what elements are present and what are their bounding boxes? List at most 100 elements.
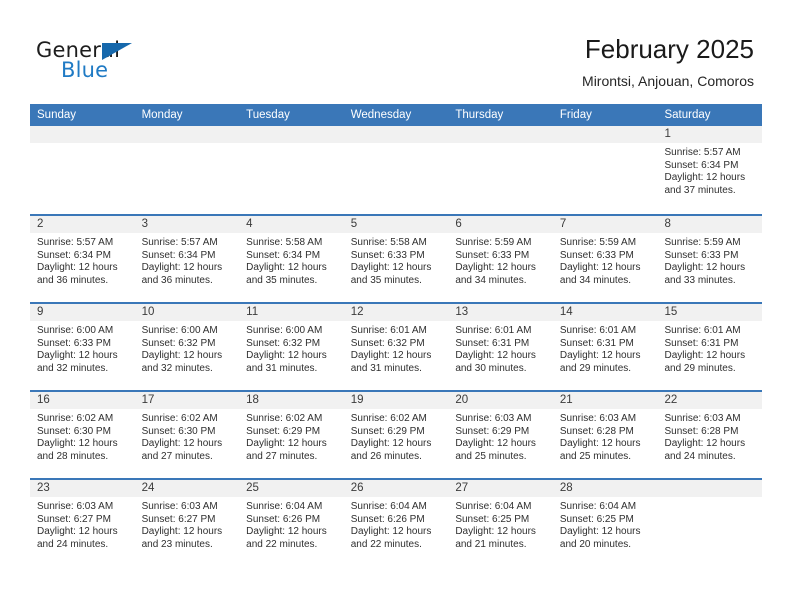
- sunrise-text: Sunrise: 6:04 AM: [350, 501, 427, 512]
- calendar-weeks: 1 Sunrise: 5:57 AM Sunset: 6:34 PM Daylight…: [30, 126, 763, 566]
- day-number-band: 28: [552, 480, 658, 497]
- day-number-band: 27: [448, 480, 553, 497]
- day-number: 13: [455, 306, 469, 318]
- page-title: February 2025: [584, 34, 754, 64]
- calendar-day-cell[interactable]: 17 Sunrise: 6:02 AM Sunset: 6:30 PM Dayligh…: [134, 392, 240, 478]
- calendar-day-cell[interactable]: 7 Sunrise: 5:59 AM Sunset: 6:33 PM Daylight…: [552, 216, 658, 302]
- sunrise-text: Sunrise: 6:01 AM: [350, 325, 427, 336]
- calendar-day-cell[interactable]: 6 Sunrise: 5:59 AM Sunset: 6:33 PM Daylight…: [448, 216, 553, 302]
- calendar-day-cell[interactable]: 3 Sunrise: 5:57 AM Sunset: 6:34 PM Daylight…: [134, 216, 240, 302]
- title-block: February 2025 Mirontsi, Anjouan, Comoros: [582, 34, 754, 89]
- daylight-text: Daylight: 12 hours and 29 minutes.: [664, 350, 746, 374]
- day-number: 4: [246, 218, 253, 230]
- day-number-band: 1: [657, 126, 763, 143]
- day-number: 21: [559, 394, 573, 406]
- sunrise-text: Sunrise: 6:01 AM: [559, 325, 637, 336]
- calendar-day-cell-empty: [239, 126, 344, 214]
- day-sun-info: Sunrise: 6:00 AM Sunset: 6:32 PM Daylight:…: [135, 321, 240, 375]
- day-sun-info: Sunrise: 5:59 AM Sunset: 6:33 PM Daylight:…: [448, 233, 553, 287]
- calendar-day-cell[interactable]: 18 Sunrise: 6:02 AM Sunset: 6:29 PM Dayligh…: [239, 392, 344, 478]
- day-number-band: [239, 126, 344, 143]
- day-number: 19: [350, 394, 364, 406]
- sunset-text: Sunset: 6:29 PM: [455, 425, 530, 437]
- sunset-text: Sunset: 6:27 PM: [141, 513, 216, 525]
- day-number: 1: [664, 128, 671, 140]
- daylight-text: Daylight: 12 hours and 34 minutes.: [559, 262, 641, 286]
- calendar-day-cell[interactable]: 4 Sunrise: 5:58 AM Sunset: 6:34 PM Daylight…: [239, 216, 344, 302]
- calendar-day-cell[interactable]: 20 Sunrise: 6:03 AM Sunset: 6:29 PM Dayligh…: [448, 392, 553, 478]
- day-number-band: 4: [239, 216, 344, 233]
- calendar-day-cell[interactable]: 21 Sunrise: 6:03 AM Sunset: 6:28 PM Dayligh…: [552, 392, 658, 478]
- calendar-day-cell[interactable]: 11 Sunrise: 6:00 AM Sunset: 6:32 PM Dayligh…: [239, 304, 344, 390]
- calendar-day-cell[interactable]: 24 Sunrise: 6:03 AM Sunset: 6:27 PM Dayligh…: [134, 480, 240, 566]
- weekday-friday: Friday: [559, 109, 592, 121]
- calendar-day-cell[interactable]: 16 Sunrise: 6:02 AM Sunset: 6:30 PM Dayligh…: [30, 392, 135, 478]
- calendar-day-cell[interactable]: 26 Sunrise: 6:04 AM Sunset: 6:26 PM Dayligh…: [343, 480, 449, 566]
- calendar-week-row: 1 Sunrise: 5:57 AM Sunset: 6:34 PM Daylight…: [30, 126, 763, 214]
- calendar-day-cell[interactable]: 10 Sunrise: 6:00 AM Sunset: 6:32 PM Dayligh…: [134, 304, 240, 390]
- daylight-text: Daylight: 12 hours and 35 minutes.: [246, 262, 327, 286]
- calendar-day-cell[interactable]: 13 Sunrise: 6:01 AM Sunset: 6:31 PM Dayligh…: [448, 304, 553, 390]
- sunset-text: Sunset: 6:28 PM: [559, 425, 634, 437]
- sunset-text: Sunset: 6:27 PM: [37, 513, 111, 525]
- calendar-day-cell[interactable]: 8 Sunrise: 5:59 AM Sunset: 6:33 PM Daylight…: [657, 216, 763, 302]
- calendar-day-cell[interactable]: 5 Sunrise: 5:58 AM Sunset: 6:33 PM Daylight…: [343, 216, 449, 302]
- calendar-day-cell[interactable]: 22 Sunrise: 6:03 AM Sunset: 6:28 PM Dayligh…: [657, 392, 763, 478]
- sunrise-text: Sunrise: 5:59 AM: [455, 237, 532, 248]
- day-number: 18: [246, 394, 259, 406]
- calendar-day-cell[interactable]: 1 Sunrise: 5:57 AM Sunset: 6:34 PM Daylight…: [657, 126, 763, 214]
- day-sun-info: Sunrise: 6:03 AM Sunset: 6:28 PM Daylight:…: [553, 409, 658, 463]
- daylight-text: Daylight: 12 hours and 32 minutes.: [141, 350, 223, 374]
- daylight-text: Daylight: 12 hours and 22 minutes.: [350, 526, 432, 550]
- day-sun-info: Sunrise: 5:59 AM Sunset: 6:33 PM Daylight:…: [657, 233, 762, 287]
- day-number: 26: [350, 482, 364, 494]
- sunset-text: Sunset: 6:26 PM: [246, 513, 321, 525]
- day-number-band: 16: [30, 392, 135, 409]
- day-number: 23: [37, 482, 50, 494]
- sunset-text: Sunset: 6:33 PM: [559, 249, 634, 261]
- calendar-day-cell[interactable]: 23 Sunrise: 6:03 AM Sunset: 6:27 PM Dayligh…: [30, 480, 135, 566]
- day-sun-info: Sunrise: 5:59 AM Sunset: 6:33 PM Daylight:…: [553, 233, 658, 287]
- day-number: 24: [141, 482, 155, 494]
- calendar-day-cell[interactable]: 12 Sunrise: 6:01 AM Sunset: 6:32 PM Dayligh…: [343, 304, 449, 390]
- day-sun-info: Sunrise: 6:04 AM Sunset: 6:25 PM Daylight:…: [448, 497, 553, 551]
- weekday-thursday: Thursday: [455, 109, 504, 121]
- calendar-day-cell[interactable]: 27 Sunrise: 6:04 AM Sunset: 6:25 PM Dayligh…: [448, 480, 553, 566]
- day-sun-info: Sunrise: 6:03 AM Sunset: 6:27 PM Daylight:…: [135, 497, 240, 551]
- daylight-text: Daylight: 12 hours and 23 minutes.: [141, 526, 223, 550]
- sunset-text: Sunset: 6:31 PM: [455, 337, 530, 349]
- general-blue-logo: General Blue: [36, 38, 156, 84]
- calendar-day-cell-empty: [657, 480, 763, 566]
- day-sun-info: Sunrise: 6:00 AM Sunset: 6:32 PM Daylight:…: [239, 321, 344, 375]
- calendar-day-cell[interactable]: 15 Sunrise: 6:01 AM Sunset: 6:31 PM Dayligh…: [657, 304, 763, 390]
- sunrise-text: Sunrise: 6:02 AM: [141, 413, 218, 424]
- calendar-day-cell[interactable]: 9 Sunrise: 6:00 AM Sunset: 6:33 PM Daylight…: [30, 304, 135, 390]
- day-sun-info: Sunrise: 6:02 AM Sunset: 6:30 PM Daylight:…: [135, 409, 240, 463]
- calendar-day-cell[interactable]: 28 Sunrise: 6:04 AM Sunset: 6:25 PM Dayligh…: [552, 480, 658, 566]
- calendar-day-cell[interactable]: 19 Sunrise: 6:02 AM Sunset: 6:29 PM Dayligh…: [343, 392, 449, 478]
- day-number: 27: [455, 482, 469, 494]
- sunset-text: Sunset: 6:34 PM: [246, 249, 321, 261]
- calendar-page: General Blue February 2025 Mirontsi, Anj…: [0, 0, 792, 612]
- day-number-band: 14: [552, 304, 658, 321]
- calendar-day-cell[interactable]: 2 Sunrise: 5:57 AM Sunset: 6:34 PM Daylight…: [30, 216, 135, 302]
- daylight-text: Daylight: 12 hours and 29 minutes.: [559, 350, 641, 374]
- calendar-day-cell[interactable]: 14 Sunrise: 6:01 AM Sunset: 6:31 PM Dayligh…: [552, 304, 658, 390]
- daylight-text: Daylight: 12 hours and 30 minutes.: [455, 350, 536, 374]
- day-sun-info: Sunrise: 6:02 AM Sunset: 6:30 PM Daylight:…: [30, 409, 135, 463]
- calendar-week-row: 23 Sunrise: 6:03 AM Sunset: 6:27 PM Dayligh…: [30, 478, 763, 566]
- sunset-text: Sunset: 6:25 PM: [455, 513, 530, 525]
- day-number: 14: [559, 306, 573, 318]
- calendar-day-cell[interactable]: 25 Sunrise: 6:04 AM Sunset: 6:26 PM Dayligh…: [239, 480, 344, 566]
- calendar-day-cell-empty: [343, 126, 449, 214]
- sunrise-text: Sunrise: 6:00 AM: [141, 325, 218, 336]
- daylight-text: Daylight: 12 hours and 34 minutes.: [455, 262, 536, 286]
- sunset-text: Sunset: 6:26 PM: [350, 513, 425, 525]
- day-number: 7: [559, 218, 567, 230]
- sunrise-text: Sunrise: 6:03 AM: [37, 501, 114, 512]
- weekday-monday: Monday: [141, 109, 183, 121]
- daylight-text: Daylight: 12 hours and 36 minutes.: [141, 262, 223, 286]
- day-number: 16: [37, 394, 50, 406]
- daylight-text: Daylight: 12 hours and 37 minutes.: [664, 172, 746, 196]
- day-number: 3: [141, 218, 148, 230]
